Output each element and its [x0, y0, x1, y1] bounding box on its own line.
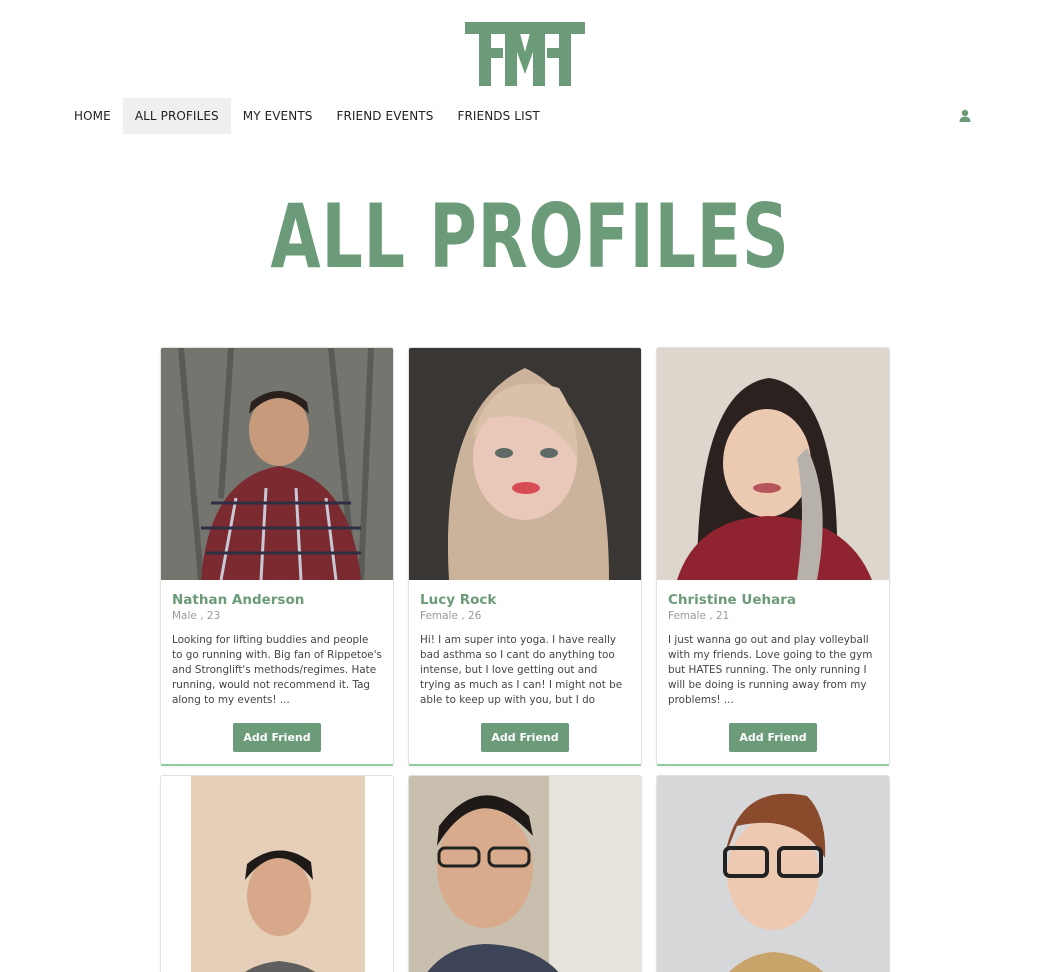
profile-photo: [657, 348, 889, 580]
profile-card: Christine Uehara Female , 21 I just wann…: [656, 347, 890, 766]
profile-bio: Looking for lifting buddies and people t…: [172, 634, 382, 706]
nav-all-profiles[interactable]: ALL PROFILES: [122, 98, 231, 134]
profile-meta: Male , 23: [172, 610, 221, 622]
profile-name[interactable]: Lucy Rock: [420, 592, 630, 608]
profile-photo: [409, 348, 641, 580]
profile-card: Nathan Anderson Male , 23 Looking for li…: [160, 347, 394, 766]
fmf-logo-icon[interactable]: [465, 22, 585, 86]
profile-card: [656, 775, 890, 972]
profile-photo: [161, 348, 393, 580]
profile-name[interactable]: Nathan Anderson: [172, 592, 382, 608]
add-friend-button[interactable]: Add Friend: [729, 723, 817, 752]
add-friend-button[interactable]: Add Friend: [481, 723, 569, 752]
profile-photo: [657, 776, 889, 972]
nav-home[interactable]: HOME: [62, 98, 123, 134]
profile-card: [408, 775, 642, 972]
profile-photo: [409, 776, 641, 972]
profile-bio: I just wanna go out and play volleyball …: [668, 634, 873, 706]
nav-friend-events[interactable]: FRIEND EVENTS: [324, 98, 445, 134]
profile-card: [160, 775, 394, 972]
profile-photo: [161, 776, 393, 972]
profile-name[interactable]: Christine Uehara: [668, 592, 878, 608]
profile-card: Lucy Rock Female , 26 Hi! I am super int…: [408, 347, 642, 766]
profile-bio: Hi! I am super into yoga. I have really …: [420, 634, 623, 706]
user-icon[interactable]: [957, 108, 973, 124]
nav-friends-list[interactable]: FRIENDS LIST: [445, 98, 551, 134]
profile-meta: Female , 21: [668, 610, 730, 622]
nav-my-events[interactable]: MY EVENTS: [231, 98, 325, 134]
add-friend-button[interactable]: Add Friend: [233, 723, 321, 752]
main-nav: HOME ALL PROFILES MY EVENTS FRIEND EVENT…: [62, 98, 552, 134]
profile-meta: Female , 26: [420, 610, 482, 622]
page-title: ALL PROFILES: [270, 185, 790, 288]
